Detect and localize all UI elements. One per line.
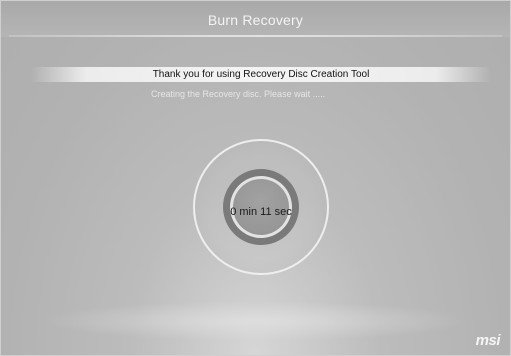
bottom-glow	[41, 301, 471, 341]
title-bar: Burn Recovery	[1, 1, 510, 37]
status-message: Creating the Recovery disc. Please wait …	[151, 89, 326, 99]
msi-logo: msi	[475, 332, 501, 349]
elapsed-time: 0 min 11 sec	[230, 206, 292, 218]
info-banner: Thank you for using Recovery Disc Creati…	[31, 67, 491, 82]
title-divider	[9, 35, 502, 37]
burn-recovery-window: Burn Recovery Thank you for using Recove…	[0, 0, 511, 356]
window-title: Burn Recovery	[207, 12, 304, 28]
info-banner-text: Thank you for using Recovery Disc Creati…	[152, 69, 370, 80]
